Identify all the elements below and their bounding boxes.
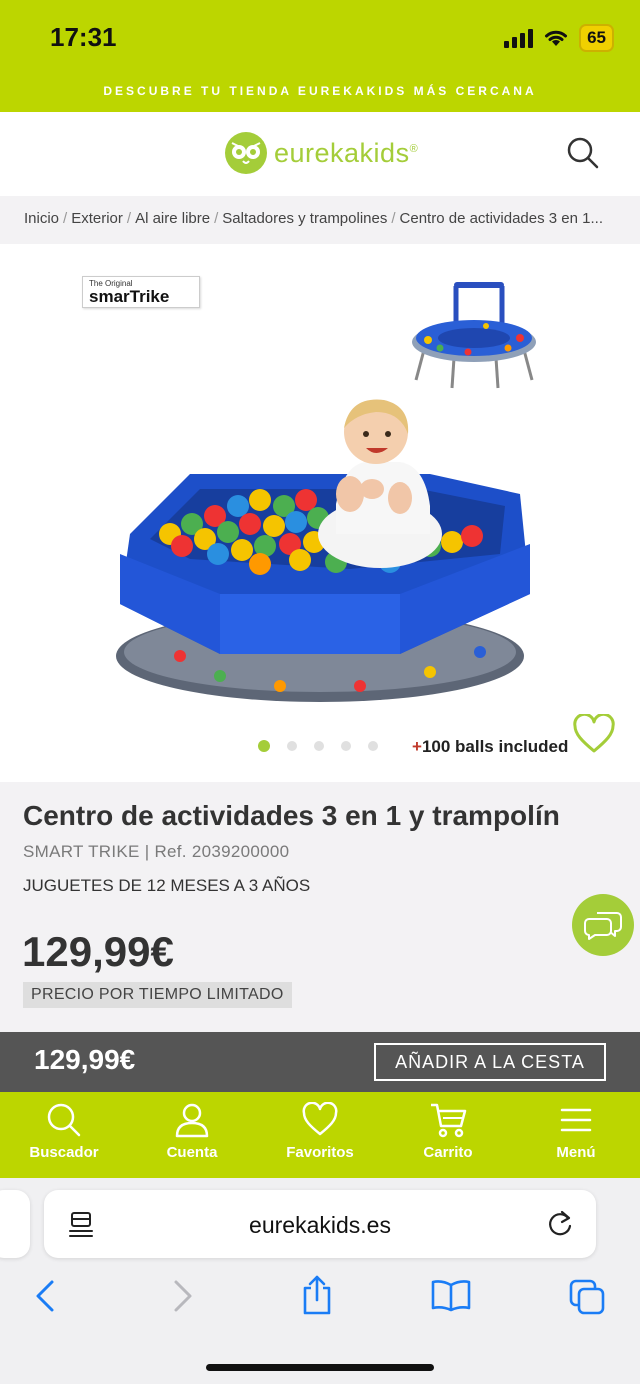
- sticky-cart-bar: 129,99€ AÑADIR A LA CESTA: [0, 1032, 640, 1092]
- nav-label: Favoritos: [286, 1144, 354, 1161]
- product-info: Centro de actividades 3 en 1 y trampolín…: [0, 782, 640, 1032]
- breadcrumb-item[interactable]: Inicio: [24, 210, 59, 227]
- search-icon: [567, 137, 599, 169]
- nav-carrito[interactable]: Carrito: [384, 1092, 512, 1178]
- chat-icon: [584, 912, 622, 940]
- balls-included-caption: +100 balls included: [412, 737, 569, 756]
- site-header: eurekakids®: [0, 112, 640, 196]
- browser-chrome: eurekakids.es: [0, 1178, 640, 1384]
- forward-icon[interactable]: [172, 1278, 194, 1314]
- eurekakids-logo[interactable]: eurekakids®: [224, 131, 418, 175]
- product-age-range[interactable]: JUGUETES DE 12 MESES A 3 AÑOS: [23, 876, 310, 896]
- logo-text: eurekakids®: [274, 137, 419, 168]
- browser-toolbar: [0, 1275, 640, 1318]
- home-indicator: [206, 1364, 434, 1371]
- bookmarks-icon[interactable]: [430, 1278, 472, 1312]
- product-meta: SMART TRIKE | Ref. 2039200000: [23, 842, 290, 861]
- nav-label: Carrito: [423, 1144, 473, 1161]
- product-price: 129,99€: [22, 928, 174, 975]
- product-gallery[interactable]: The Original smarTrike +100 balls includ…: [0, 244, 640, 782]
- status-time: 17:31: [50, 22, 117, 52]
- trampoline-thumbnail-image: [412, 282, 536, 389]
- wifi-icon: [545, 30, 568, 46]
- gallery-pagination: [258, 740, 378, 752]
- signal-icon: [504, 28, 534, 48]
- address-bar[interactable]: eurekakids.es: [44, 1190, 596, 1258]
- breadcrumb-item[interactable]: Exterior: [71, 210, 123, 227]
- cart-bar-price: 129,99€: [34, 1044, 136, 1075]
- battery-indicator: 65: [579, 24, 614, 52]
- add-to-favorites-button[interactable]: [572, 712, 616, 759]
- nav-menu[interactable]: Menú: [512, 1092, 640, 1178]
- nav-buscador[interactable]: Buscador: [0, 1092, 128, 1178]
- gallery-dot-4[interactable]: [341, 741, 351, 751]
- breadcrumb-item[interactable]: Saltadores y trampolines: [222, 210, 387, 227]
- gallery-dot-2[interactable]: [287, 741, 297, 751]
- product-brand[interactable]: SMART TRIKE: [23, 842, 140, 861]
- breadcrumb-item[interactable]: Centro de actividades 3 en 1...: [400, 210, 603, 227]
- owl-logo-icon: [225, 132, 267, 174]
- back-icon[interactable]: [34, 1278, 56, 1314]
- user-icon: [175, 1103, 209, 1138]
- share-icon[interactable]: [300, 1274, 334, 1316]
- chat-button[interactable]: [572, 894, 634, 956]
- menu-icon: [560, 1108, 592, 1132]
- previous-tab-peek[interactable]: [0, 1190, 30, 1258]
- nav-label: Buscador: [29, 1144, 99, 1161]
- product-ref: Ref. 2039200000: [154, 842, 290, 861]
- nav-label: Cuenta: [166, 1144, 218, 1161]
- header-search-button[interactable]: [566, 136, 600, 175]
- limited-price-badge: PRECIO POR TIEMPO LIMITADO: [23, 982, 292, 1008]
- nav-cuenta[interactable]: Cuenta: [128, 1092, 256, 1178]
- top-banner: 17:31 65 DESCUBRE TU TIENDA EUREKAKIDS M…: [0, 0, 640, 112]
- smartrike-brand-logo: The Original smarTrike: [82, 276, 200, 308]
- nav-favoritos[interactable]: Favoritos: [256, 1092, 384, 1178]
- breadcrumb-item[interactable]: Al aire libre: [135, 210, 210, 227]
- reload-icon[interactable]: [546, 1208, 574, 1238]
- heart-icon: [302, 1102, 338, 1136]
- heart-icon: [573, 712, 615, 753]
- store-locator-banner[interactable]: DESCUBRE TU TIENDA EUREKAKIDS MÁS CERCAN…: [0, 84, 640, 98]
- gallery-dot-3[interactable]: [314, 741, 324, 751]
- url-text: eurekakids.es: [249, 1212, 391, 1238]
- status-icons: 65: [504, 24, 614, 52]
- tabs-icon[interactable]: [568, 1278, 606, 1316]
- search-icon: [47, 1103, 81, 1137]
- cart-icon: [431, 1103, 467, 1138]
- product-title: Centro de actividades 3 en 1 y trampolín: [23, 800, 560, 831]
- product-main-image: [116, 399, 530, 702]
- gallery-dot-1[interactable]: [258, 740, 270, 752]
- nav-label: Menú: [556, 1144, 596, 1161]
- breadcrumb: Inicio / Exterior / Al aire libre / Saltadores…: [0, 196, 640, 244]
- gallery-dot-5[interactable]: [368, 741, 378, 751]
- add-to-cart-button[interactable]: AÑADIR A LA CESTA: [374, 1043, 606, 1081]
- bottom-nav: Buscador Cuenta Favoritos Carrito Menú: [0, 1092, 640, 1178]
